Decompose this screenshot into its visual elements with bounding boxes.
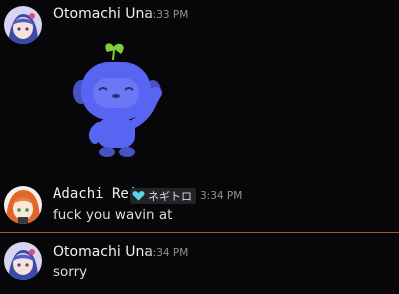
- message-text: fuck you wavin at: [53, 207, 173, 223]
- new-messages-divider: [0, 232, 399, 233]
- avatar[interactable]: [4, 6, 42, 44]
- heart-icon: [132, 191, 145, 201]
- avatar[interactable]: [4, 186, 42, 224]
- wumpus-sticker[interactable]: [55, 38, 190, 173]
- role-tag[interactable]: ネギトロ: [130, 188, 196, 204]
- timestamp: 3:34 PM: [200, 190, 243, 202]
- avatar[interactable]: [4, 242, 42, 280]
- role-tag-label: ネギトロ: [148, 190, 192, 203]
- author-name[interactable]: Otomachi Una: [53, 244, 153, 260]
- author-name[interactable]: Otomachi Una: [53, 6, 153, 22]
- author-name[interactable]: Adachi Rei: [53, 186, 137, 202]
- message-text: sorry: [53, 264, 88, 280]
- timestamp: 3:33 PM: [146, 9, 189, 21]
- timestamp: 3:34 PM: [146, 247, 189, 259]
